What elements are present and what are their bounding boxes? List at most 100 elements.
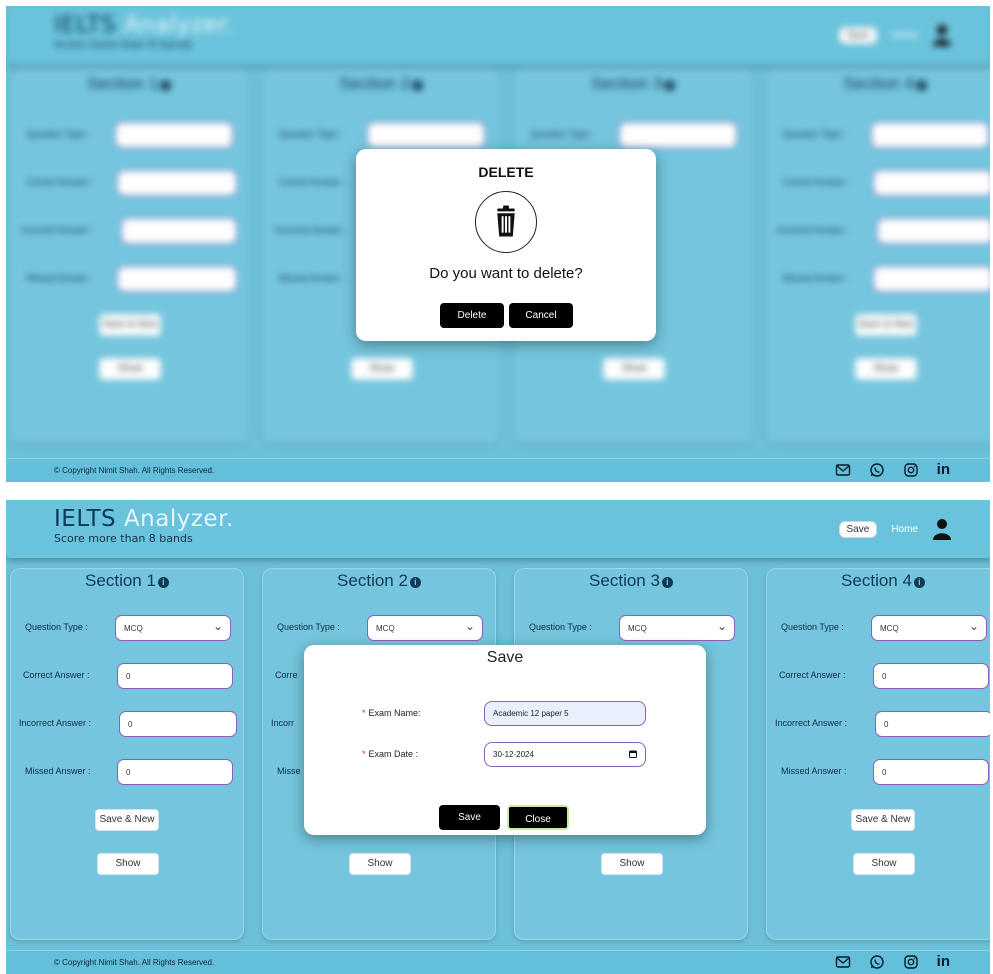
missed-answer-label: Missed Answer :	[781, 766, 847, 776]
info-icon[interactable]: i	[661, 577, 673, 588]
question-type-label: Question Type :	[781, 622, 844, 632]
header-save-button[interactable]: Save	[838, 520, 878, 538]
show-button[interactable]: Show	[853, 853, 915, 875]
delete-button[interactable]: Delete	[440, 303, 504, 328]
incorrect-answer-label: Incorrect Answer :	[777, 225, 850, 235]
correct-answer-input[interactable]	[117, 170, 237, 196]
question-type-label: Question Type :	[25, 622, 88, 632]
question-type-select[interactable]: MCQ	[871, 615, 987, 641]
brand-tagline: Score more than 8 bands	[54, 532, 193, 545]
correct-answer-label: Corre	[275, 670, 298, 680]
question-type-select[interactable]: MCQ	[115, 615, 231, 641]
show-button[interactable]: Show	[349, 853, 411, 875]
user-icon[interactable]	[932, 518, 952, 540]
delete-modal-title: DELETE	[478, 164, 534, 180]
user-icon[interactable]	[932, 24, 952, 46]
section-panel: Section 4i Question Type : Correct Answe…	[768, 71, 990, 443]
section-4-panel: Section 4i Question Type : MCQ Correct An…	[766, 568, 990, 940]
mail-icon[interactable]	[835, 954, 851, 970]
header-save-button[interactable]: Save	[838, 26, 878, 44]
copyright-text: © Copyright Nimit Shah. All Rights Reser…	[54, 466, 215, 475]
correct-answer-label: Correct Answer :	[23, 670, 90, 680]
exam-date-label: * Exam Date :	[362, 749, 419, 759]
correct-answer-input[interactable]: 0	[117, 663, 233, 689]
save-new-button[interactable]: Save & New	[851, 809, 915, 831]
show-button[interactable]: Show	[603, 358, 665, 380]
correct-answer-label: Correct Answer :	[279, 177, 346, 187]
question-type-select[interactable]	[871, 122, 989, 148]
section-title: Section 4i	[767, 571, 990, 591]
linkedin-icon[interactable]: in	[937, 954, 950, 970]
incorrect-answer-input[interactable]: 0	[875, 711, 990, 737]
question-type-label: Question Type :	[277, 622, 340, 632]
question-type-label: Question Type :	[783, 129, 846, 139]
app-header: IELTS Analyzer. Score more than 8 bands …	[6, 6, 990, 64]
missed-answer-label: Missed Answer :	[27, 273, 93, 283]
save-modal-title: Save	[486, 649, 524, 666]
info-icon: i	[411, 80, 423, 91]
trash-icon	[475, 191, 537, 253]
save-new-button[interactable]: Save & New	[99, 314, 161, 336]
exam-date-value: 30-12-2024	[493, 750, 534, 759]
calendar-icon[interactable]	[629, 750, 637, 758]
missed-answer-input[interactable]	[873, 266, 990, 292]
section-title: Section 2i	[265, 74, 497, 94]
show-button[interactable]: Show	[97, 853, 159, 875]
exam-name-label: * Exam Name:	[362, 708, 421, 718]
section-title: Section 2i	[263, 571, 495, 591]
save-dialog-screenshot: IELTS Analyzer. Score more than 8 bands …	[6, 500, 990, 974]
cancel-button[interactable]: Cancel	[509, 303, 573, 328]
incorrect-answer-label: Incorrect Answer :	[19, 718, 92, 728]
missed-answer-label: Missed Answer :	[783, 273, 849, 283]
incorrect-answer-label: Incorrect Answer :	[775, 718, 848, 728]
whatsapp-icon[interactable]	[869, 462, 885, 478]
question-type-label: Question Type :	[27, 129, 90, 139]
missed-answer-input[interactable]: 0	[117, 759, 233, 785]
whatsapp-icon[interactable]	[869, 954, 885, 970]
incorrect-answer-label: Incorrect Answer :	[21, 225, 94, 235]
brand-title: IELTS Analyzer.	[54, 12, 234, 38]
question-type-label: Question Type :	[279, 129, 342, 139]
question-type-select[interactable]: MCQ	[619, 615, 735, 641]
question-type-label: Question Type :	[529, 622, 592, 632]
linkedin-icon[interactable]: in	[937, 462, 950, 478]
correct-answer-input[interactable]: 0	[873, 663, 989, 689]
show-button[interactable]: Show	[601, 853, 663, 875]
save-new-button[interactable]: Save & New	[95, 809, 159, 831]
instagram-icon[interactable]	[903, 462, 919, 478]
question-type-select[interactable]	[619, 122, 737, 148]
mail-icon[interactable]	[835, 462, 851, 478]
header-home-link[interactable]: Home	[891, 524, 918, 535]
save-button[interactable]: Save	[439, 805, 500, 830]
question-type-select[interactable]: MCQ	[367, 615, 483, 641]
question-type-select[interactable]	[115, 122, 233, 148]
incorrect-answer-input[interactable]	[877, 218, 990, 244]
missed-answer-input[interactable]	[117, 266, 237, 292]
instagram-icon[interactable]	[903, 954, 919, 970]
delete-dialog-screenshot: IELTS Analyzer. Score more than 8 bands …	[6, 6, 990, 482]
show-button[interactable]: Show	[855, 358, 917, 380]
save-new-button[interactable]: Save & New	[855, 314, 917, 336]
incorrect-answer-input[interactable]: 0	[119, 711, 237, 737]
question-type-select[interactable]	[367, 122, 485, 148]
info-icon[interactable]: i	[913, 577, 925, 588]
section-1-panel: Section 1i Question Type : MCQ Correct An…	[10, 568, 244, 940]
header-nav: Save Home	[838, 24, 952, 46]
missed-answer-label: Misse	[277, 766, 301, 776]
close-button[interactable]: Close	[507, 805, 569, 830]
header-home-link[interactable]: Home	[891, 30, 918, 41]
info-icon: i	[663, 80, 675, 91]
info-icon[interactable]: i	[157, 577, 169, 588]
info-icon: i	[915, 80, 927, 91]
info-icon: i	[159, 80, 171, 91]
correct-answer-label: Correct Answer :	[779, 670, 846, 680]
exam-name-input[interactable]: Academic 12 paper 5	[484, 701, 646, 726]
exam-date-input[interactable]: 30-12-2024	[484, 742, 646, 767]
show-button[interactable]: Show	[351, 358, 413, 380]
show-button[interactable]: Show	[99, 358, 161, 380]
missed-answer-input[interactable]: 0	[873, 759, 989, 785]
incorrect-answer-label: Incorrect Answer :	[275, 225, 348, 235]
correct-answer-input[interactable]	[873, 170, 990, 196]
info-icon[interactable]: i	[409, 577, 421, 588]
incorrect-answer-input[interactable]	[121, 218, 237, 244]
